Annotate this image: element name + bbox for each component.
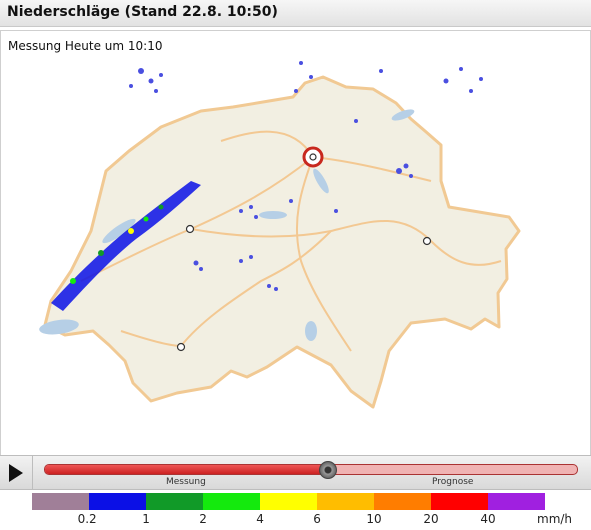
legend-unit: mm/h	[537, 512, 573, 526]
timeline-track[interactable]	[44, 464, 578, 475]
legend-tick-label: 1	[142, 512, 150, 526]
legend-tick-label: 10	[366, 512, 382, 526]
city-marker	[422, 236, 432, 246]
play-icon	[9, 464, 23, 482]
legend-swatch	[32, 493, 89, 510]
legend-tick-label: 20	[423, 512, 439, 526]
precipitation-legend	[32, 493, 545, 510]
measurement-label: Messung Heute um 10:10	[8, 39, 163, 53]
legend-swatch	[431, 493, 488, 510]
timeline-progress	[45, 465, 327, 474]
legend-tick-label: 40	[480, 512, 496, 526]
city-marker	[185, 224, 195, 234]
legend-tick-label: 2	[199, 512, 207, 526]
timeline-controls: Messung Prognose	[0, 455, 591, 490]
legend-swatch	[89, 493, 146, 510]
legend-swatch	[488, 493, 545, 510]
legend-tick-label: 0.2	[77, 512, 97, 526]
legend-swatch	[260, 493, 317, 510]
radar-station-icon	[302, 146, 324, 168]
switzerland-map	[39, 61, 521, 409]
city-marker	[176, 342, 186, 352]
legend-swatch	[203, 493, 260, 510]
title-bar: Niederschläge (Stand 22.8. 10:50)	[0, 0, 591, 27]
segment-label-messung: Messung	[166, 477, 206, 487]
timeline-slider-handle[interactable]	[319, 461, 338, 479]
legend-swatch	[146, 493, 203, 510]
legend-tick-label: 4	[256, 512, 264, 526]
precipitation-map[interactable]: Messung Heute um 10:10	[0, 30, 591, 456]
legend-tick-label: 6	[313, 512, 321, 526]
legend-swatch	[317, 493, 374, 510]
segment-label-prognose: Prognose	[432, 477, 474, 487]
page-title: Niederschläge (Stand 22.8. 10:50)	[7, 4, 278, 20]
play-button[interactable]	[0, 456, 33, 489]
legend-swatch	[374, 493, 431, 510]
